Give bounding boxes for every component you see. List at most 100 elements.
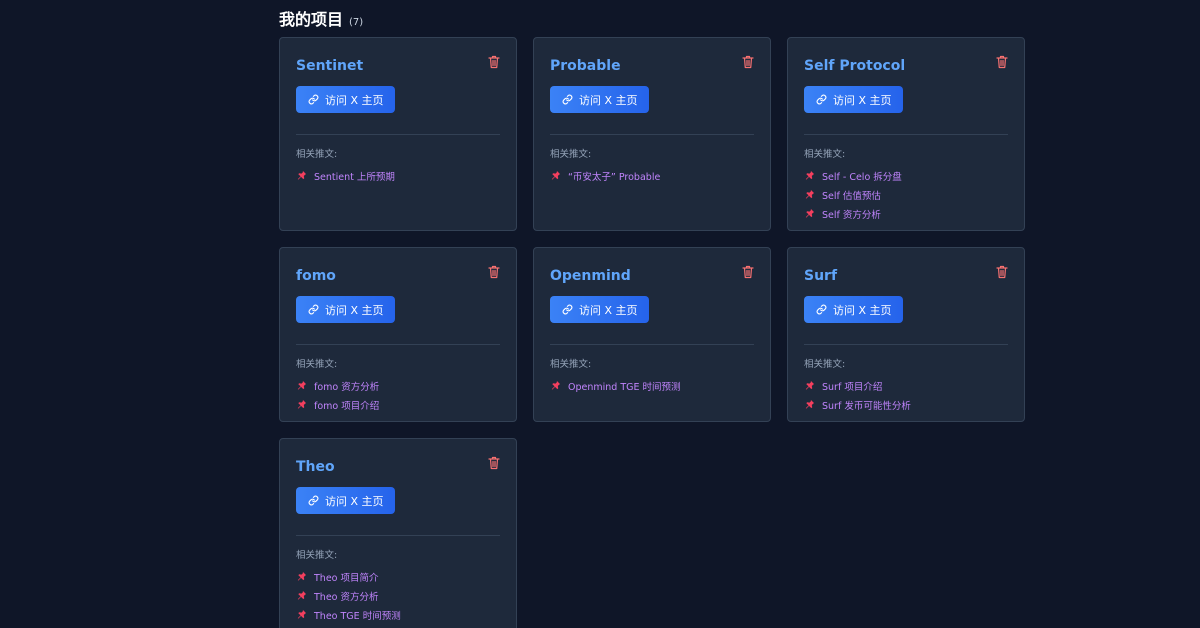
tweet-list: Theo 项目简介 Theo 资方分析 Theo TGE 时间预测 <box>296 567 500 624</box>
visit-x-button[interactable]: 访问 X 主页 <box>296 296 395 323</box>
visit-x-label: 访问 X 主页 <box>579 93 638 107</box>
tweet-link[interactable]: fomo 项目介绍 <box>296 395 500 414</box>
visit-x-label: 访问 X 主页 <box>325 93 384 107</box>
pin-icon <box>297 590 307 600</box>
tweet-link[interactable]: Surf 发币可能性分析 <box>804 395 1008 414</box>
related-tweets-label: 相关推文: <box>296 550 338 561</box>
pin-icon <box>551 170 561 180</box>
tweet-title: Surf 发币可能性分析 <box>822 400 911 412</box>
tweet-list: “币安太子” Probable <box>550 166 754 185</box>
pin-icon <box>297 399 307 409</box>
visit-x-button[interactable]: 访问 X 主页 <box>550 86 649 113</box>
tweet-link[interactable]: fomo 资方分析 <box>296 376 500 395</box>
project-count: (7) <box>349 17 364 28</box>
tweet-title: Theo 资方分析 <box>314 591 379 603</box>
visit-x-label: 访问 X 主页 <box>833 303 892 317</box>
pin-icon <box>297 170 307 180</box>
link-icon <box>308 304 319 315</box>
delete-icon[interactable] <box>742 264 754 279</box>
pin-icon <box>297 571 307 581</box>
tweet-title: Openmind TGE 时间预测 <box>568 381 681 393</box>
delete-icon[interactable] <box>488 264 500 279</box>
divider <box>296 344 500 345</box>
tweet-link[interactable]: Self - Celo 拆分盘 <box>804 166 1008 185</box>
visit-x-button[interactable]: 访问 X 主页 <box>804 86 903 113</box>
tweet-title: Self - Celo 拆分盘 <box>822 171 902 183</box>
tweet-list: Self - Celo 拆分盘 Self 估值预估 Self 资方分析 <box>804 166 1008 223</box>
tweet-link[interactable]: Theo 项目简介 <box>296 567 500 586</box>
visit-x-label: 访问 X 主页 <box>325 303 384 317</box>
tweet-list: Sentient 上所预期 <box>296 166 500 185</box>
project-card-self-protocol: Self Protocol 访问 X 主页 相关推文: Self - Celo … <box>787 37 1025 231</box>
tweet-title: fomo 资方分析 <box>314 381 380 393</box>
project-card-openmind: Openmind 访问 X 主页 相关推文: Openmind TGE 时间预测 <box>533 247 771 422</box>
related-tweets-label: 相关推文: <box>804 359 846 370</box>
tweet-title: Sentient 上所预期 <box>314 171 395 183</box>
related-tweets-label: 相关推文: <box>296 149 338 160</box>
project-name: Openmind <box>550 268 631 284</box>
related-tweets-label: 相关推文: <box>550 359 592 370</box>
pin-icon <box>805 380 815 390</box>
project-card-fomo: fomo 访问 X 主页 相关推文: fomo 资方分析 fomo 项目介绍 <box>279 247 517 422</box>
tweet-title: Theo TGE 时间预测 <box>314 610 401 622</box>
visit-x-button[interactable]: 访问 X 主页 <box>804 296 903 323</box>
page-title: 我的项目 <box>279 10 344 29</box>
divider <box>296 134 500 135</box>
tweet-title: Self 资方分析 <box>822 209 881 221</box>
pin-icon <box>551 380 561 390</box>
project-card-probable: Probable 访问 X 主页 相关推文: “币安太子” Probable <box>533 37 771 231</box>
tweet-link[interactable]: Self 估值预估 <box>804 185 1008 204</box>
tweet-link[interactable]: Self 资方分析 <box>804 204 1008 223</box>
tweet-link[interactable]: Theo TGE 时间预测 <box>296 605 500 624</box>
project-name: Probable <box>550 58 621 74</box>
link-icon <box>308 94 319 105</box>
delete-icon[interactable] <box>996 264 1008 279</box>
tweet-title: Theo 项目简介 <box>314 572 379 584</box>
divider <box>804 134 1008 135</box>
related-tweets-label: 相关推文: <box>804 149 846 160</box>
project-name: Sentinet <box>296 58 364 74</box>
visit-x-button[interactable]: 访问 X 主页 <box>550 296 649 323</box>
delete-icon[interactable] <box>996 54 1008 69</box>
visit-x-label: 访问 X 主页 <box>833 93 892 107</box>
visit-x-label: 访问 X 主页 <box>325 494 384 508</box>
tweet-link[interactable]: Openmind TGE 时间预测 <box>550 376 754 395</box>
project-name: Theo <box>296 459 335 475</box>
link-icon <box>562 94 573 105</box>
project-card-theo: Theo 访问 X 主页 相关推文: Theo 项目简介 Theo 资方分析 The… <box>279 438 517 628</box>
related-tweets-label: 相关推文: <box>550 149 592 160</box>
delete-icon[interactable] <box>488 455 500 470</box>
tweet-title: “币安太子” Probable <box>568 171 661 183</box>
tweet-title: fomo 项目介绍 <box>314 400 380 412</box>
link-icon <box>308 495 319 506</box>
tweet-list: fomo 资方分析 fomo 项目介绍 <box>296 376 500 414</box>
visit-x-button[interactable]: 访问 X 主页 <box>296 487 395 514</box>
related-tweets-label: 相关推文: <box>296 359 338 370</box>
link-icon <box>816 94 827 105</box>
tweet-title: Self 估值预估 <box>822 190 881 202</box>
link-icon <box>816 304 827 315</box>
tweet-link[interactable]: Theo 资方分析 <box>296 586 500 605</box>
visit-x-button[interactable]: 访问 X 主页 <box>296 86 395 113</box>
project-card-surf: Surf 访问 X 主页 相关推文: Surf 项目介绍 Surf 发币可能性分析 <box>787 247 1025 422</box>
divider <box>804 344 1008 345</box>
visit-x-label: 访问 X 主页 <box>579 303 638 317</box>
pin-icon <box>297 380 307 390</box>
page-heading: 我的项目 (7) <box>279 6 363 30</box>
project-name: Surf <box>804 268 838 284</box>
pin-icon <box>297 609 307 619</box>
project-name: Self Protocol <box>804 58 906 74</box>
pin-icon <box>805 208 815 218</box>
tweet-link[interactable]: “币安太子” Probable <box>550 166 754 185</box>
delete-icon[interactable] <box>742 54 754 69</box>
divider <box>296 535 500 536</box>
delete-icon[interactable] <box>488 54 500 69</box>
project-grid: Sentinet 访问 X 主页 相关推文: Sentient 上所预期 Pro… <box>279 37 1025 628</box>
divider <box>550 344 754 345</box>
tweet-link[interactable]: Sentient 上所预期 <box>296 166 500 185</box>
page: 我的项目 (7) Sentinet 访问 X 主页 相关推文: Sentient… <box>0 0 1200 628</box>
project-name: fomo <box>296 268 336 284</box>
tweet-list: Openmind TGE 时间预测 <box>550 376 754 395</box>
tweet-link[interactable]: Surf 项目介绍 <box>804 376 1008 395</box>
pin-icon <box>805 399 815 409</box>
